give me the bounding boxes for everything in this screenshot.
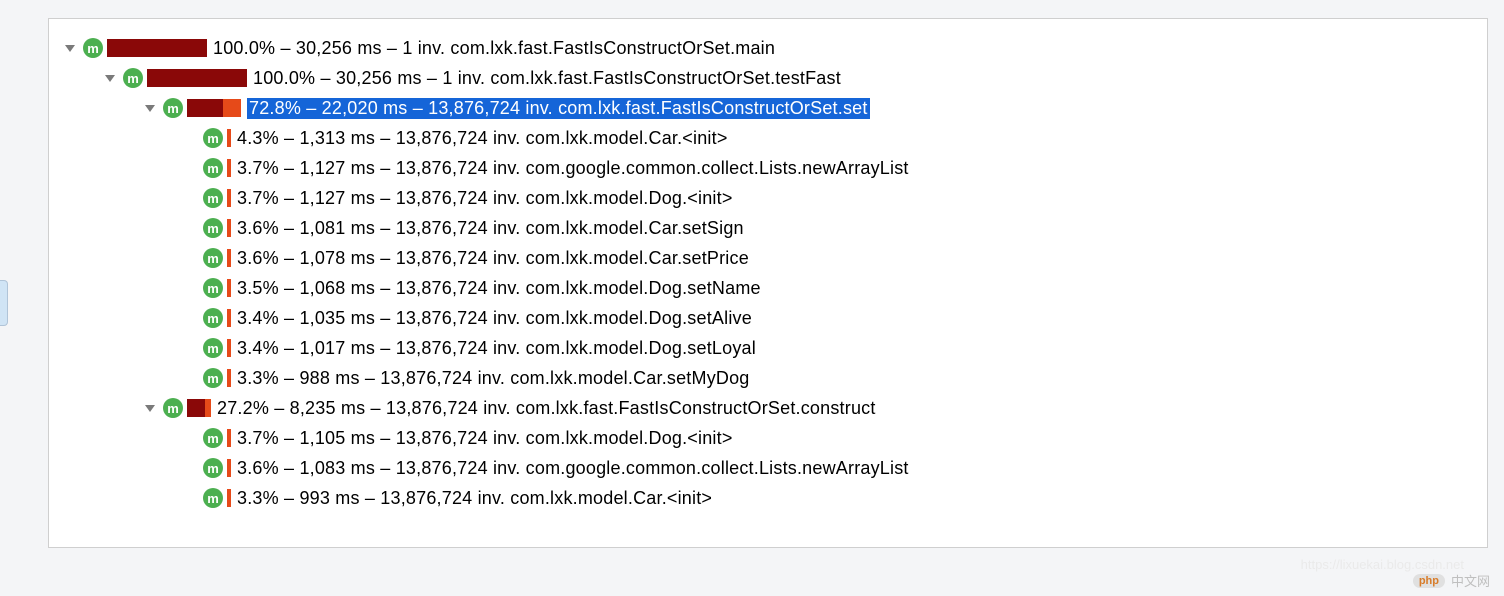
- chevron-down-icon[interactable]: [143, 101, 157, 115]
- tree-row[interactable]: m 100.0% – 30,256 ms – 1 inv. com.lxk.fas…: [49, 33, 1487, 63]
- chevron-down-icon[interactable]: [143, 401, 157, 415]
- percent-bar: [227, 309, 231, 327]
- method-icon: m: [83, 38, 103, 58]
- method-icon: m: [203, 338, 223, 358]
- left-dock-tab[interactable]: [0, 280, 8, 326]
- call-tree[interactable]: m 100.0% – 30,256 ms – 1 inv. com.lxk.fas…: [49, 33, 1487, 513]
- tree-row-label: 3.4% – 1,035 ms – 13,876,724 inv. com.lx…: [237, 308, 752, 329]
- tree-row-label: 3.4% – 1,017 ms – 13,876,724 inv. com.lx…: [237, 338, 756, 359]
- tree-row[interactable]: m 3.4% – 1,035 ms – 13,876,724 inv. com.l…: [49, 303, 1487, 333]
- tree-row[interactable]: m 4.3% – 1,313 ms – 13,876,724 inv. com.l…: [49, 123, 1487, 153]
- tree-row[interactable]: m 3.7% – 1,127 ms – 13,876,724 inv. com.l…: [49, 183, 1487, 213]
- method-icon: m: [163, 398, 183, 418]
- tree-row[interactable]: m 27.2% – 8,235 ms – 13,876,724 inv. com.…: [49, 393, 1487, 423]
- percent-bar: [227, 489, 231, 507]
- tree-row-label: 3.6% – 1,081 ms – 13,876,724 inv. com.lx…: [237, 218, 744, 239]
- method-icon: m: [203, 458, 223, 478]
- percent-bar: [227, 159, 231, 177]
- method-icon: m: [203, 308, 223, 328]
- method-icon: m: [203, 158, 223, 178]
- call-tree-panel: m 100.0% – 30,256 ms – 1 inv. com.lxk.fas…: [48, 18, 1488, 548]
- percent-bar: [227, 369, 231, 387]
- tree-row-label: 100.0% – 30,256 ms – 1 inv. com.lxk.fast…: [213, 38, 775, 59]
- method-icon: m: [163, 98, 183, 118]
- watermark-text: 中文网: [1451, 571, 1490, 590]
- tree-row-label: 3.7% – 1,105 ms – 13,876,724 inv. com.lx…: [237, 428, 733, 449]
- tree-row-label: 3.6% – 1,083 ms – 13,876,724 inv. com.go…: [237, 458, 909, 479]
- tree-row[interactable]: m 72.8% – 22,020 ms – 13,876,724 inv. com…: [49, 93, 1487, 123]
- method-icon: m: [203, 128, 223, 148]
- percent-bar: [187, 399, 211, 417]
- method-icon: m: [203, 248, 223, 268]
- tree-row-label: 3.3% – 988 ms – 13,876,724 inv. com.lxk.…: [237, 368, 750, 389]
- method-icon: m: [203, 188, 223, 208]
- method-icon: m: [203, 428, 223, 448]
- percent-bar: [227, 219, 231, 237]
- site-watermark: php 中文网: [1413, 571, 1490, 590]
- percent-bar: [107, 39, 207, 57]
- tree-row[interactable]: m 3.5% – 1,068 ms – 13,876,724 inv. com.l…: [49, 273, 1487, 303]
- tree-row-label: 3.7% – 1,127 ms – 13,876,724 inv. com.go…: [237, 158, 909, 179]
- tree-row-label: 3.3% – 993 ms – 13,876,724 inv. com.lxk.…: [237, 488, 712, 509]
- faint-watermark: https://lixuekai.blog.csdn.net: [1301, 557, 1464, 572]
- percent-bar: [227, 339, 231, 357]
- tree-row-label: 3.5% – 1,068 ms – 13,876,724 inv. com.lx…: [237, 278, 761, 299]
- tree-row-label: 100.0% – 30,256 ms – 1 inv. com.lxk.fast…: [253, 68, 841, 89]
- method-icon: m: [203, 368, 223, 388]
- percent-bar: [227, 429, 231, 447]
- tree-row[interactable]: m 3.3% – 993 ms – 13,876,724 inv. com.lxk…: [49, 483, 1487, 513]
- percent-bar: [227, 459, 231, 477]
- percent-bar: [187, 99, 241, 117]
- tree-row[interactable]: m 3.7% – 1,127 ms – 13,876,724 inv. com.g…: [49, 153, 1487, 183]
- php-badge: php: [1413, 574, 1445, 588]
- chevron-down-icon[interactable]: [103, 71, 117, 85]
- tree-row[interactable]: m 100.0% – 30,256 ms – 1 inv. com.lxk.fas…: [49, 63, 1487, 93]
- tree-row[interactable]: m 3.3% – 988 ms – 13,876,724 inv. com.lxk…: [49, 363, 1487, 393]
- percent-bar: [227, 279, 231, 297]
- method-icon: m: [203, 218, 223, 238]
- percent-bar: [227, 189, 231, 207]
- method-icon: m: [203, 278, 223, 298]
- chevron-down-icon[interactable]: [63, 41, 77, 55]
- tree-row[interactable]: m 3.6% – 1,083 ms – 13,876,724 inv. com.g…: [49, 453, 1487, 483]
- tree-row[interactable]: m 3.7% – 1,105 ms – 13,876,724 inv. com.l…: [49, 423, 1487, 453]
- tree-row-label: 72.8% – 22,020 ms – 13,876,724 inv. com.…: [247, 98, 870, 119]
- percent-bar: [147, 69, 247, 87]
- tree-row[interactable]: m 3.6% – 1,081 ms – 13,876,724 inv. com.l…: [49, 213, 1487, 243]
- percent-bar: [227, 129, 231, 147]
- tree-row[interactable]: m 3.6% – 1,078 ms – 13,876,724 inv. com.l…: [49, 243, 1487, 273]
- tree-row-label: 3.7% – 1,127 ms – 13,876,724 inv. com.lx…: [237, 188, 733, 209]
- tree-row[interactable]: m 3.4% – 1,017 ms – 13,876,724 inv. com.l…: [49, 333, 1487, 363]
- method-icon: m: [203, 488, 223, 508]
- tree-row-label: 4.3% – 1,313 ms – 13,876,724 inv. com.lx…: [237, 128, 728, 149]
- method-icon: m: [123, 68, 143, 88]
- tree-row-label: 3.6% – 1,078 ms – 13,876,724 inv. com.lx…: [237, 248, 749, 269]
- tree-row-label: 27.2% – 8,235 ms – 13,876,724 inv. com.l…: [217, 398, 876, 419]
- percent-bar: [227, 249, 231, 267]
